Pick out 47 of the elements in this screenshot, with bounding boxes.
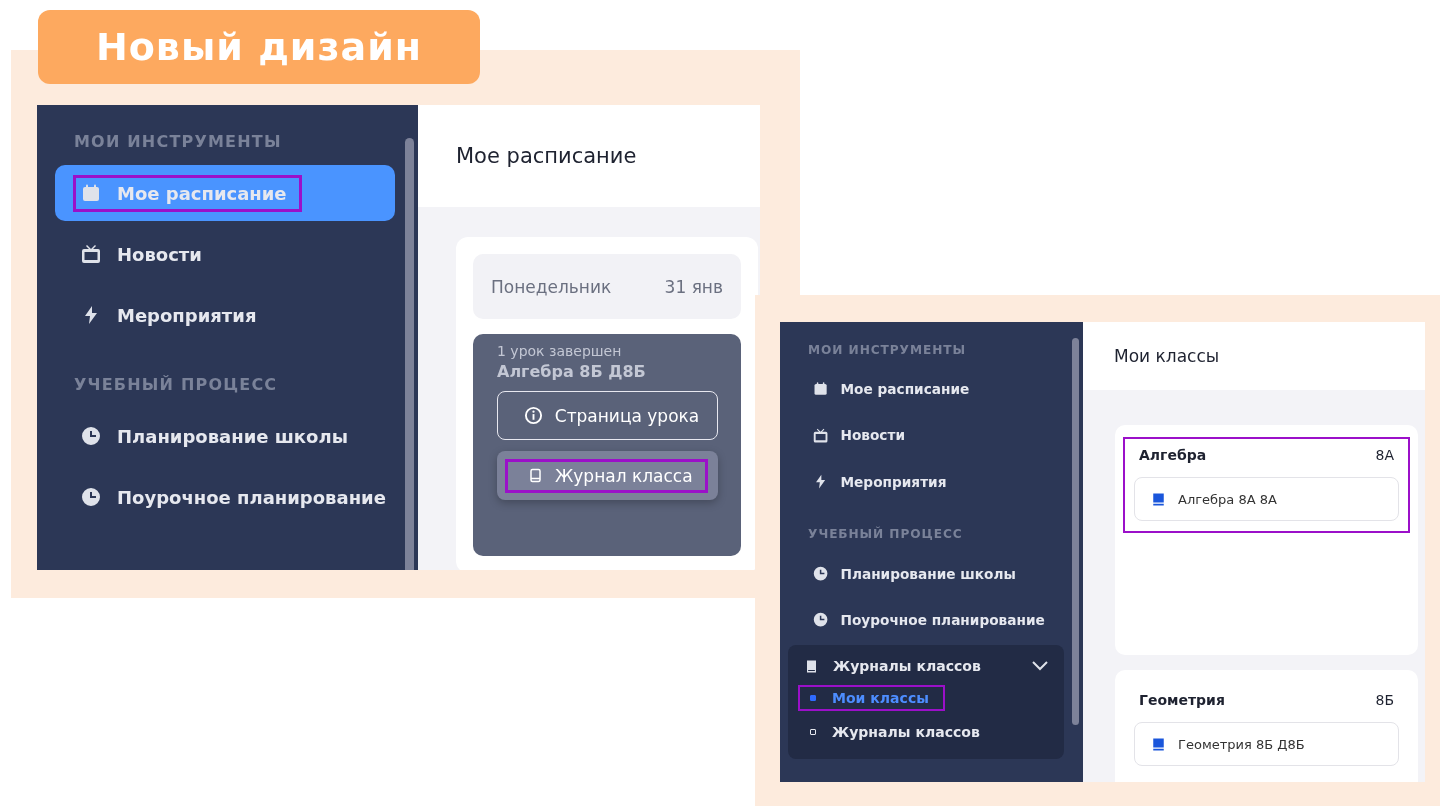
nav-item[interactable]: Поурочное планирование bbox=[793, 598, 1066, 642]
scrollbar[interactable] bbox=[1072, 338, 1079, 725]
lesson-title: Алгебра 8Б Д8Б bbox=[497, 361, 647, 381]
book-icon bbox=[1151, 736, 1166, 752]
chevron-down-icon bbox=[1032, 661, 1048, 672]
page-title: Мое расписание bbox=[418, 105, 760, 207]
scrollbar[interactable] bbox=[405, 138, 414, 570]
page-title: Мои классы bbox=[1083, 322, 1425, 390]
day-name: Понедельник bbox=[491, 276, 612, 297]
calendar-icon bbox=[81, 183, 101, 204]
journal-link[interactable]: Алгебра 8А 8А bbox=[1134, 477, 1399, 521]
book-icon bbox=[804, 658, 819, 674]
nav-item[interactable]: Мероприятия bbox=[793, 460, 1066, 503]
nav-item[interactable]: Планирование школы bbox=[793, 552, 1066, 595]
tv-icon bbox=[813, 427, 829, 443]
journal-link[interactable]: Геометрия 8Б Д8Б bbox=[1134, 722, 1399, 766]
book-icon bbox=[1151, 491, 1166, 507]
section-title: МОИ ИНСТРУМЕНТЫ bbox=[73, 131, 283, 153]
nav-item[interactable]: Поурочное планирование bbox=[55, 469, 395, 526]
clock-icon bbox=[81, 487, 101, 508]
menu-button[interactable]: Журнал класса bbox=[497, 451, 718, 500]
menu-button[interactable]: Страница урока bbox=[497, 391, 718, 440]
tv-icon bbox=[81, 244, 101, 265]
nav-item[interactable]: Мероприятия bbox=[55, 287, 395, 344]
calendar-icon bbox=[813, 381, 829, 397]
info-icon bbox=[523, 406, 543, 425]
clock-icon bbox=[81, 426, 101, 447]
banner-title: Новый дизайн bbox=[38, 10, 480, 84]
day-date: 31 янв bbox=[664, 276, 723, 297]
section-title: УЧЕБНЫЙ ПРОЦЕСС bbox=[807, 525, 964, 544]
section-title: УЧЕБНЫЙ ПРОЦЕСС bbox=[73, 374, 279, 397]
clock-icon bbox=[813, 612, 829, 628]
nav-item[interactable]: Планирование школы bbox=[55, 408, 395, 465]
lesson-status: 1 урок завершен bbox=[497, 343, 623, 360]
nav-item[interactable]: Новости bbox=[793, 414, 1066, 457]
subject-name: Алгебра bbox=[1139, 447, 1207, 463]
class-grade: 8А bbox=[1375, 447, 1394, 463]
book-icon bbox=[528, 468, 543, 483]
class-grade: 8Б bbox=[1375, 692, 1394, 708]
nav-item[interactable]: Мое расписание bbox=[793, 367, 1066, 411]
nav-item[interactable]: Новости bbox=[55, 226, 395, 283]
section-title: МОИ ИНСТРУМЕНТЫ bbox=[807, 341, 967, 359]
nav-group-header[interactable]: Журналы классов bbox=[788, 651, 1064, 682]
clock-icon bbox=[813, 566, 829, 582]
nav-subitem[interactable]: Журналы классов bbox=[798, 719, 996, 746]
nav-subitem[interactable]: Мои классы bbox=[798, 685, 945, 712]
subject-name: Геометрия bbox=[1139, 692, 1225, 708]
